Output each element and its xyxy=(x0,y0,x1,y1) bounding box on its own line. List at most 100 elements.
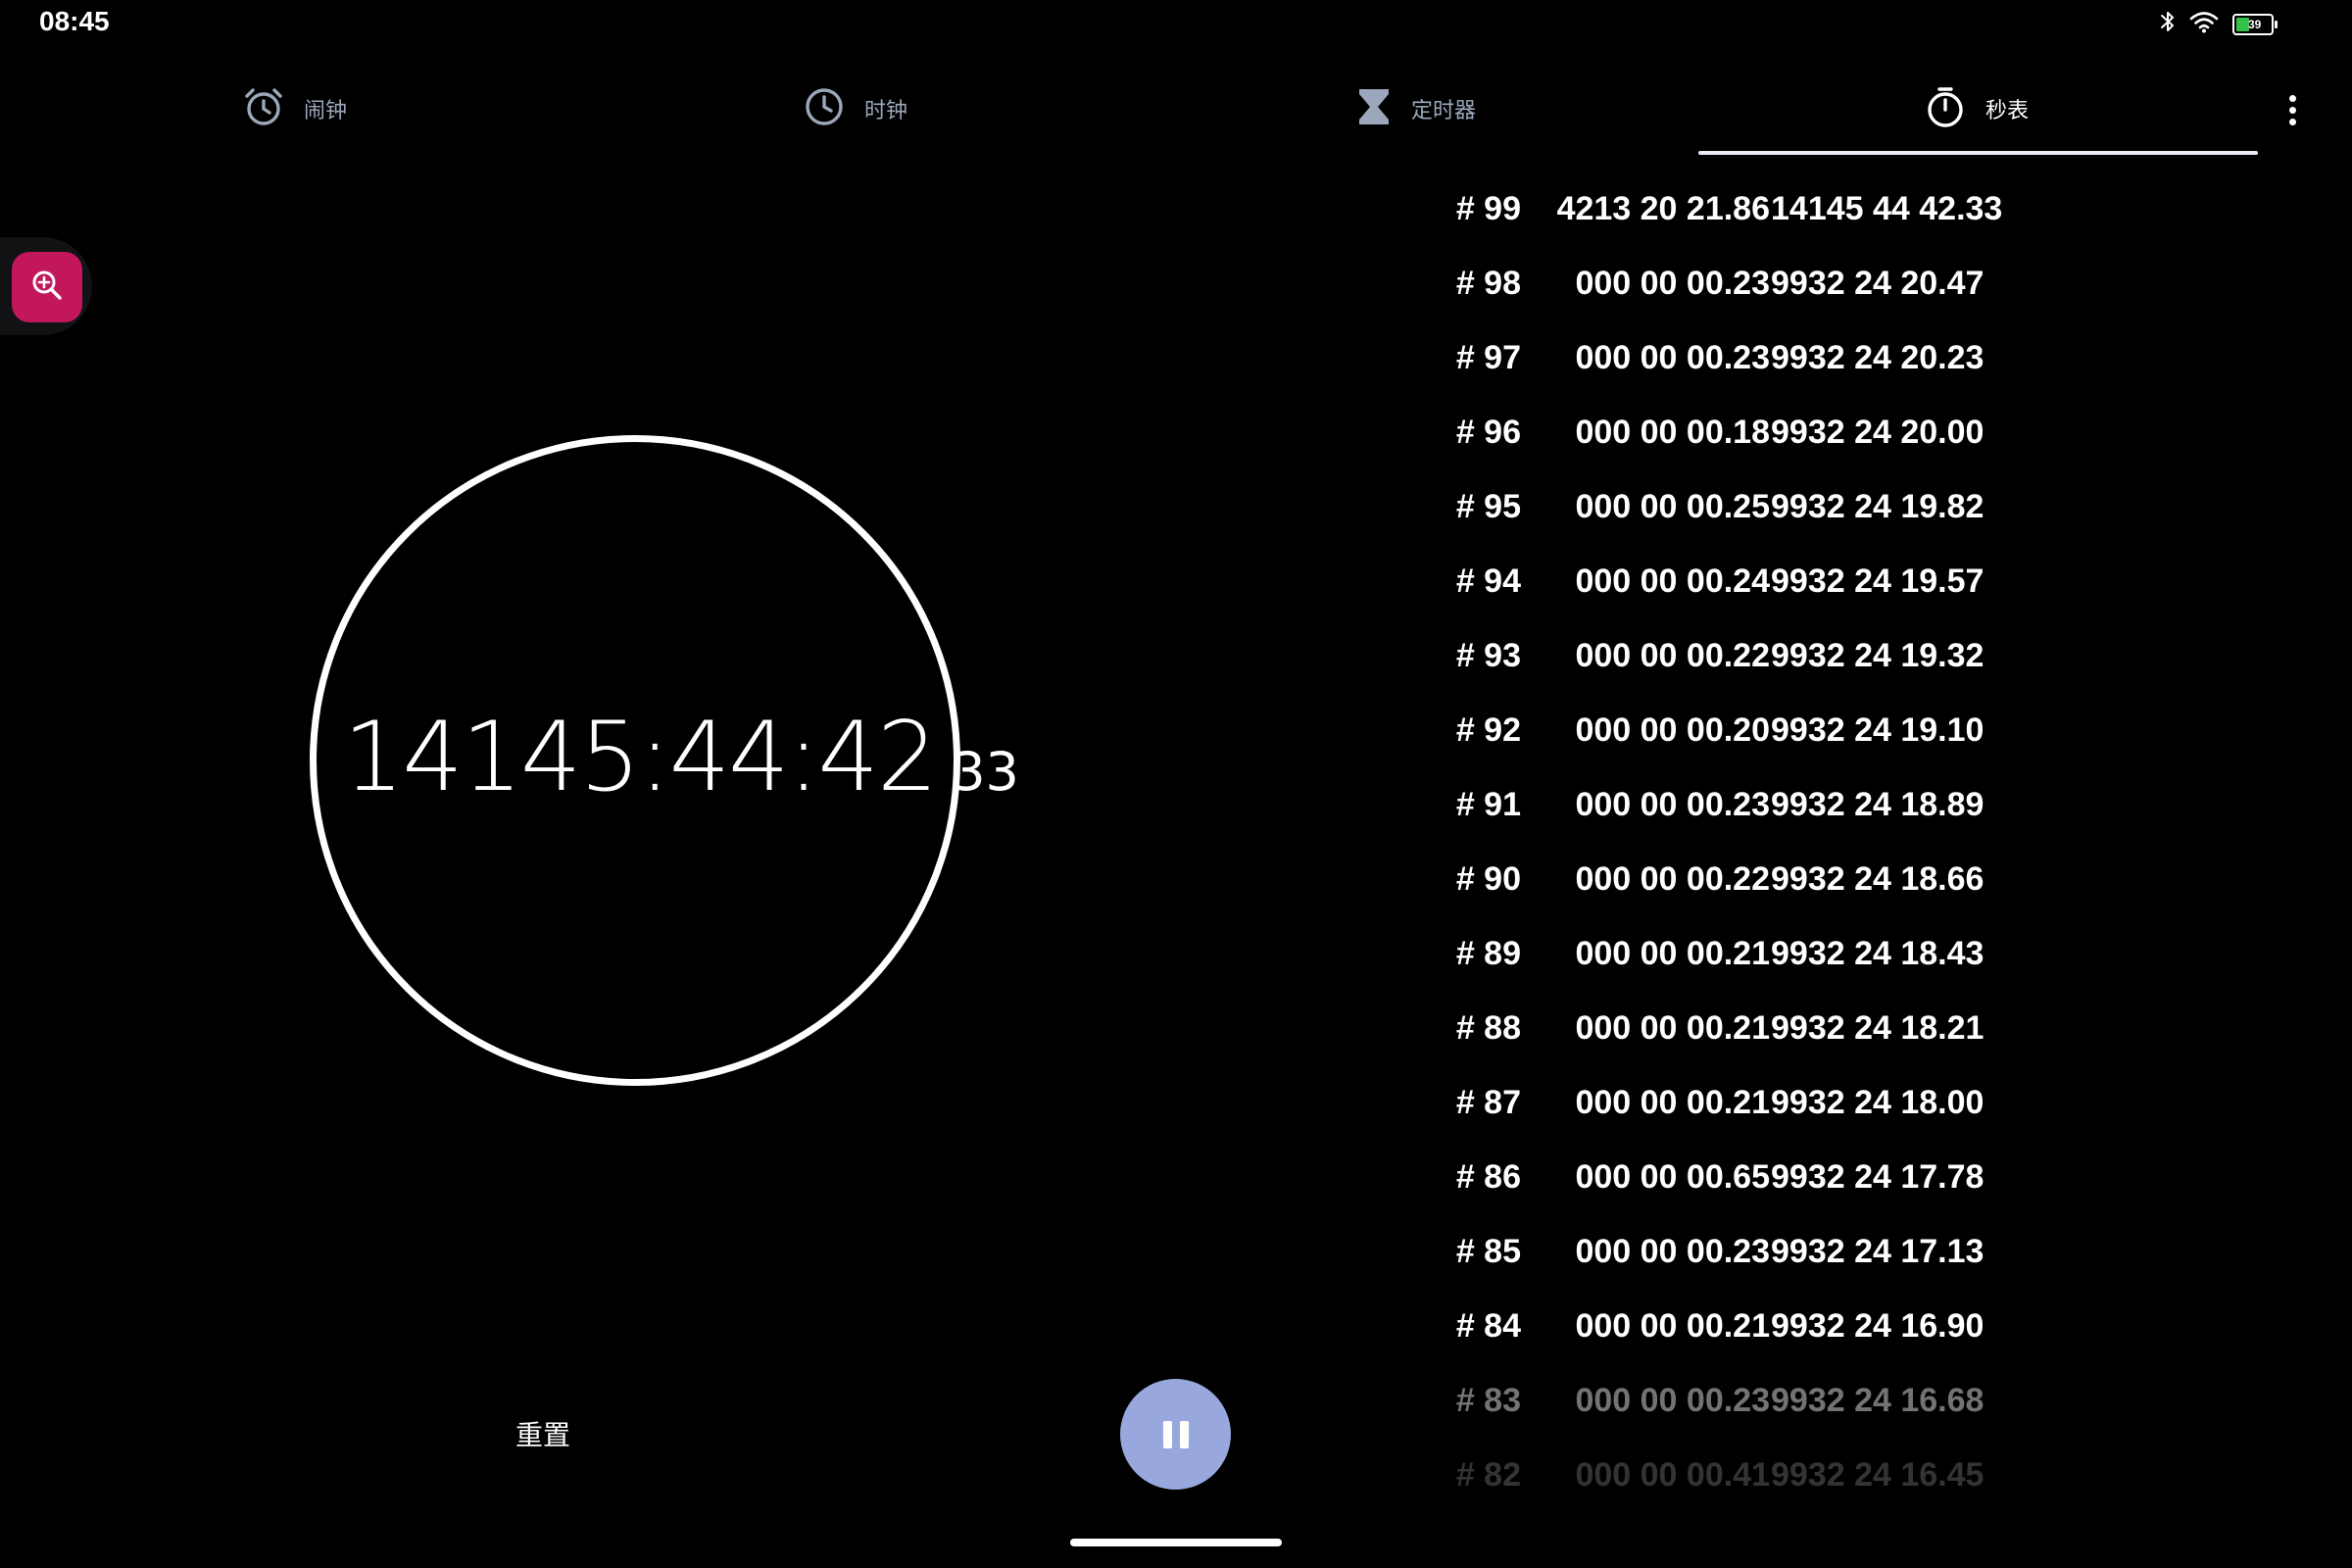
lap-total-time: 9932 24 19.57 xyxy=(1771,563,1984,600)
lap-row: # 93 000 00 00.22 9932 24 19.32 xyxy=(1411,629,2097,704)
lap-row: # 82 000 00 00.41 9932 24 16.45 xyxy=(1411,1448,2097,1523)
lap-total-time: 9932 24 18.66 xyxy=(1771,860,1984,898)
lap-total-time: 9932 24 18.00 xyxy=(1771,1084,1984,1121)
lap-number: # 82 xyxy=(1455,1456,1521,1494)
lap-number: # 98 xyxy=(1455,265,1521,302)
lap-split-time: 000 00 00.25 xyxy=(1575,488,1770,525)
lap-split-time: 4213 20 21.86 xyxy=(1556,190,1770,227)
lap-total-time: 9932 24 18.43 xyxy=(1771,935,1984,972)
lap-total-time: 9932 24 19.82 xyxy=(1771,488,1984,525)
tab-label-stopwatch: 秒表 xyxy=(1985,98,2030,122)
lap-split-time: 000 00 00.23 xyxy=(1575,1233,1770,1270)
lap-number: # 88 xyxy=(1455,1009,1521,1047)
lap-number: # 89 xyxy=(1455,935,1521,972)
lap-row: # 94 000 00 00.24 9932 24 19.57 xyxy=(1411,555,2097,629)
elapsed-time-main: 14145:44:42 xyxy=(343,702,938,813)
lap-split-time: 000 00 00.21 xyxy=(1575,1084,1770,1121)
lap-row: # 86 000 00 00.65 9932 24 17.78 xyxy=(1411,1151,2097,1225)
lap-row: # 96 000 00 00.18 9932 24 20.00 xyxy=(1411,406,2097,480)
lap-total-time: 9932 24 17.78 xyxy=(1771,1158,1984,1196)
pause-icon xyxy=(1159,1420,1193,1448)
lap-number: # 97 xyxy=(1455,339,1521,376)
pause-bar xyxy=(1162,1420,1172,1448)
pause-button[interactable] xyxy=(1120,1379,1231,1490)
battery-level: 39 xyxy=(2248,17,2262,31)
home-indicator[interactable] xyxy=(1070,1539,1282,1546)
tab-alarm[interactable]: 闹钟 xyxy=(243,84,347,133)
lap-split-time: 000 00 00.22 xyxy=(1575,637,1770,674)
lap-row: # 87 000 00 00.21 9932 24 18.00 xyxy=(1411,1076,2097,1151)
tab-stopwatch[interactable]: 秒表 xyxy=(1925,84,2029,133)
lap-number: # 87 xyxy=(1455,1084,1521,1121)
lap-split-time: 000 00 00.24 xyxy=(1575,563,1770,600)
zoom-button[interactable] xyxy=(12,252,82,322)
lap-list[interactable]: # 99 4213 20 21.86 14145 44 42.33 # 98 000 0… xyxy=(1411,182,2097,1523)
active-tab-indicator xyxy=(1698,151,2258,155)
lap-split-time: 000 00 00.65 xyxy=(1575,1158,1770,1196)
lap-row: # 97 000 00 00.23 9932 24 20.23 xyxy=(1411,331,2097,406)
more-dot xyxy=(2288,94,2296,102)
lap-split-time: 000 00 00.20 xyxy=(1575,711,1770,749)
zoom-in-icon xyxy=(30,269,64,307)
lap-row: # 88 000 00 00.21 9932 24 18.21 xyxy=(1411,1002,2097,1076)
lap-row: # 91 000 00 00.23 9932 24 18.89 xyxy=(1411,778,2097,853)
elapsed-time-hundredths: 33 xyxy=(952,741,1019,803)
tab-timer[interactable]: 定时器 xyxy=(1356,84,1476,133)
lap-number: # 85 xyxy=(1455,1233,1521,1270)
lap-number: # 83 xyxy=(1455,1382,1521,1419)
lap-total-time: 9932 24 18.89 xyxy=(1771,786,1984,823)
lap-split-time: 000 00 00.18 xyxy=(1575,414,1770,451)
tab-clock[interactable]: 时钟 xyxy=(804,84,907,133)
lap-split-time: 000 00 00.21 xyxy=(1575,935,1770,972)
lap-total-time: 9932 24 19.32 xyxy=(1771,637,1984,674)
lap-total-time: 9932 24 20.47 xyxy=(1771,265,1984,302)
lap-total-time: 9932 24 17.13 xyxy=(1771,1233,1984,1270)
lap-number: # 95 xyxy=(1455,488,1521,525)
lap-number: # 94 xyxy=(1455,563,1521,600)
lap-total-time: 9932 24 18.21 xyxy=(1771,1009,1984,1047)
battery-icon: 39 xyxy=(2232,13,2278,35)
lap-number: # 84 xyxy=(1455,1307,1521,1345)
lap-total-time: 14145 44 42.33 xyxy=(1771,190,2003,227)
lap-row: # 95 000 00 00.25 9932 24 19.82 xyxy=(1411,480,2097,555)
clock-icon xyxy=(804,86,845,132)
lap-split-time: 000 00 00.41 xyxy=(1575,1456,1770,1494)
lap-row: # 83 000 00 00.23 9932 24 16.68 xyxy=(1411,1374,2097,1448)
lap-number: # 91 xyxy=(1455,786,1521,823)
lap-split-time: 000 00 00.21 xyxy=(1575,1009,1770,1047)
elapsed-time: 14145:44:42 33 xyxy=(343,702,1019,813)
lap-total-time: 9932 24 16.90 xyxy=(1771,1307,1984,1345)
lap-row: # 84 000 00 00.21 9932 24 16.90 xyxy=(1411,1299,2097,1374)
lap-row: # 89 000 00 00.21 9932 24 18.43 xyxy=(1411,927,2097,1002)
tab-label-clock: 时钟 xyxy=(864,98,908,122)
more-options-button[interactable] xyxy=(2278,86,2307,133)
alarm-clock-icon xyxy=(243,86,284,132)
tab-label-timer: 定时器 xyxy=(1411,98,1477,122)
more-dot xyxy=(2288,106,2296,114)
lap-split-time: 000 00 00.23 xyxy=(1575,1382,1770,1419)
stopwatch-screen: 08:45 39 闹钟 时钟 定时器 秒表 14145:44:42 33 重置 … xyxy=(0,0,2352,1568)
lap-total-time: 9932 24 19.10 xyxy=(1771,711,1984,749)
lap-row: # 98 000 00 00.23 9932 24 20.47 xyxy=(1411,257,2097,331)
lap-number: # 99 xyxy=(1455,190,1521,227)
status-time: 08:45 xyxy=(39,6,110,36)
lap-number: # 92 xyxy=(1455,711,1521,749)
lap-total-time: 9932 24 20.23 xyxy=(1771,339,1984,376)
lap-split-time: 000 00 00.23 xyxy=(1575,265,1770,302)
hourglass-icon xyxy=(1356,86,1392,132)
wifi-icon xyxy=(2189,10,2219,38)
lap-number: # 90 xyxy=(1455,860,1521,898)
lap-split-time: 000 00 00.21 xyxy=(1575,1307,1770,1345)
lap-row: # 99 4213 20 21.86 14145 44 42.33 xyxy=(1411,182,2097,257)
lap-number: # 86 xyxy=(1455,1158,1521,1196)
lap-total-time: 9932 24 20.00 xyxy=(1771,414,1984,451)
reset-button[interactable]: 重置 xyxy=(515,1414,570,1453)
pause-bar xyxy=(1179,1420,1189,1448)
lap-row: # 85 000 00 00.23 9932 24 17.13 xyxy=(1411,1225,2097,1299)
bluetooth-icon xyxy=(2160,10,2176,38)
lap-number: # 93 xyxy=(1455,637,1521,674)
stopwatch-icon xyxy=(1925,85,1966,133)
lap-total-time: 9932 24 16.68 xyxy=(1771,1382,1984,1419)
lap-split-time: 000 00 00.23 xyxy=(1575,786,1770,823)
status-icons: 39 xyxy=(2160,10,2278,38)
